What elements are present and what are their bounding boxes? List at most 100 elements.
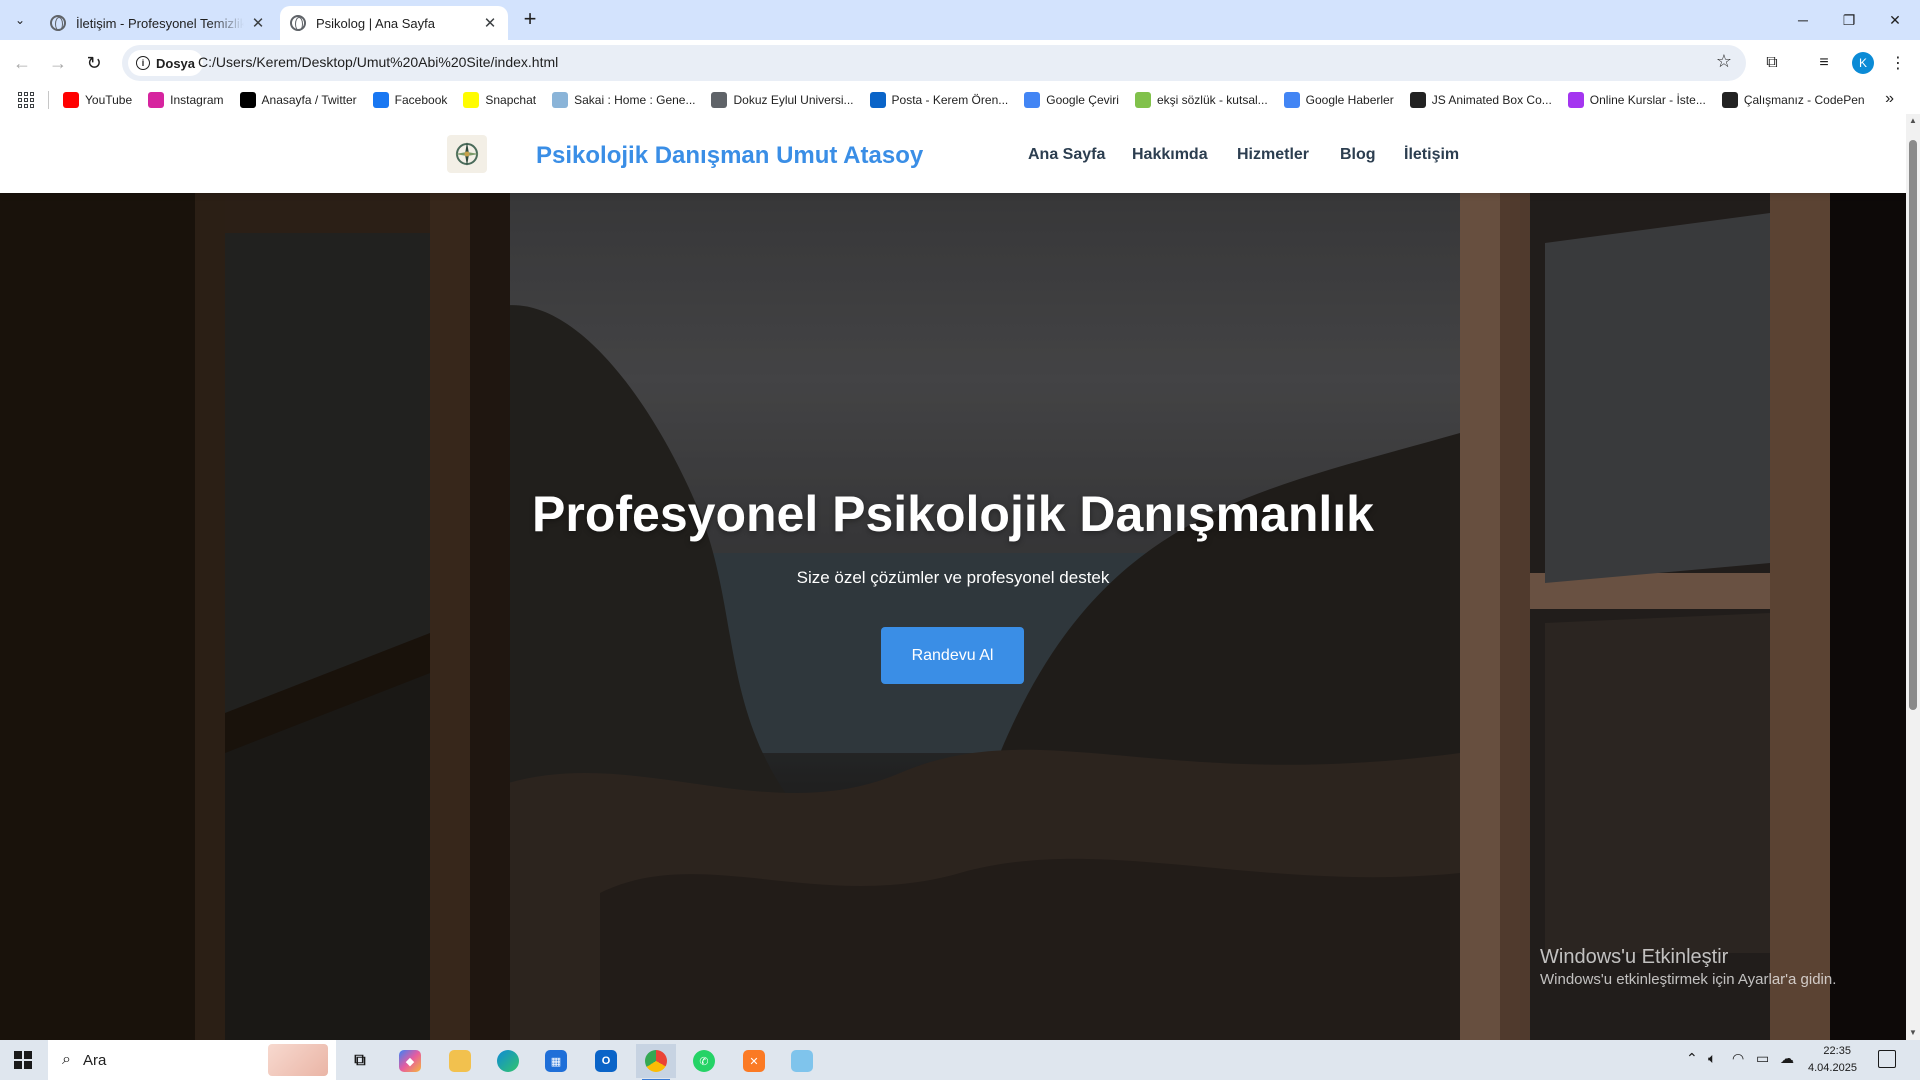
bookmark-item[interactable]: Google Çeviri xyxy=(1024,92,1119,108)
tab-search-button[interactable]: ⌄ xyxy=(8,8,32,32)
battery-icon[interactable]: ▭ xyxy=(1756,1050,1769,1067)
xampp-icon[interactable]: ✕ xyxy=(734,1044,774,1078)
windows-activation-watermark: Windows'u Etkinleştir Windows'u etkinleş… xyxy=(1540,946,1836,988)
tray-chevron-up-icon[interactable]: ⌃ xyxy=(1686,1050,1698,1067)
page-scrollbar[interactable]: ▲ ▼ xyxy=(1906,114,1920,1040)
facebook-icon xyxy=(372,92,389,108)
outlook-icon[interactable]: O xyxy=(586,1044,626,1078)
site-logo[interactable] xyxy=(447,135,487,173)
bookmark-label: Dokuz Eylul Universi... xyxy=(733,93,854,107)
close-icon[interactable]: ✕ xyxy=(482,15,498,32)
back-button[interactable]: ← xyxy=(8,49,36,77)
taskbar: ⌕ Ara ⧉ ◆ ▦ O ✆ ✕ ⌃ 🔈︎ ◠ ▭ ☁︎ 22:35 4.04… xyxy=(0,1040,1920,1080)
tab-psikolog[interactable]: Psikolog | Ana Sayfa ✕ xyxy=(280,6,508,40)
file-explorer-icon[interactable] xyxy=(440,1044,480,1078)
codepen-icon xyxy=(1721,92,1738,108)
notepad-icon[interactable] xyxy=(782,1044,822,1078)
new-tab-button[interactable]: + xyxy=(518,8,542,32)
search-icon: ⌕ xyxy=(62,1051,71,1068)
scroll-down-arrow[interactable]: ▼ xyxy=(1906,1026,1920,1040)
bookmark-label: Online Kurslar - İste... xyxy=(1589,93,1706,107)
address-bar[interactable]: i Dosya C:/Users/Kerem/Desktop/Umut%20Ab… xyxy=(122,45,1746,81)
watermark-text: Windows'u etkinleştirmek için Ayarlar'a … xyxy=(1540,971,1837,988)
nav-link-hizmetler[interactable]: Hizmetler xyxy=(1237,146,1309,164)
browser-toolbar: ← → ↻ i Dosya C:/Users/Kerem/Desktop/Umu… xyxy=(0,40,1920,86)
taskbar-search-placeholder: Ara xyxy=(82,1051,107,1069)
chrome-icon[interactable] xyxy=(636,1044,676,1080)
bookmark-label: JS Animated Box Co... xyxy=(1431,93,1552,107)
bookmark-item[interactable]: Anasayfa / Twitter xyxy=(239,92,357,108)
bookmark-item[interactable]: YouTube xyxy=(63,92,132,108)
globe-icon xyxy=(711,92,728,108)
bookmark-item[interactable]: Facebook xyxy=(372,92,447,108)
bookmark-item[interactable]: Sakai : Home : Gene... xyxy=(552,92,695,108)
bookmark-item[interactable]: Online Kurslar - İste... xyxy=(1567,92,1706,108)
close-icon[interactable]: ✕ xyxy=(250,15,266,32)
bookmark-label: Snapchat xyxy=(485,93,537,107)
bookmark-label: Google Haberler xyxy=(1305,93,1394,107)
compass-logo-icon xyxy=(455,142,479,166)
bookmarks-divider xyxy=(48,91,49,109)
bookmark-item[interactable]: JS Animated Box Co... xyxy=(1409,92,1552,108)
minimize-button[interactable]: ─ xyxy=(1780,0,1826,40)
hero-subtitle: Size özel çözümler ve profesyonel destek xyxy=(796,568,1110,587)
volume-icon[interactable]: 🔈︎ xyxy=(1708,1050,1716,1067)
taskbar-search[interactable]: ⌕ Ara xyxy=(48,1040,336,1080)
bookmark-item[interactable]: Dokuz Eylul Universi... xyxy=(711,92,854,108)
bookmark-item[interactable]: Google Haberler xyxy=(1283,92,1394,108)
whatsapp-icon[interactable]: ✆ xyxy=(684,1044,724,1078)
hero-title: Profesyonel Psikolojik Danışmanlık xyxy=(532,486,1374,542)
notification-icon[interactable] xyxy=(1878,1050,1896,1068)
nav-link-ana-sayfa[interactable]: Ana Sayfa xyxy=(1028,146,1105,164)
news-icon xyxy=(1283,92,1300,108)
site-info-chip[interactable]: i Dosya xyxy=(128,50,204,76)
bookmark-item[interactable]: Snapchat xyxy=(463,92,536,108)
apps-grid-icon[interactable] xyxy=(18,92,34,108)
url-text[interactable]: C:/Users/Kerem/Desktop/Umut%20Abi%20Site… xyxy=(198,54,558,70)
tab-iletisim[interactable]: İletişim - Profesyonel Temizlik Hizmetle… xyxy=(40,6,276,40)
taskbar-clock[interactable]: 22:35 4.04.2025 xyxy=(1808,1043,1857,1077)
scrollbar-thumb[interactable] xyxy=(1909,140,1917,710)
bookmark-label: Anasayfa / Twitter xyxy=(261,93,357,107)
appointment-button[interactable]: Randevu Al xyxy=(881,627,1024,684)
store-icon[interactable]: ▦ xyxy=(536,1044,576,1078)
onedrive-icon[interactable]: ☁︎ xyxy=(1780,1050,1794,1067)
windows-start-icon[interactable] xyxy=(14,1051,32,1069)
reload-button[interactable]: ↻ xyxy=(80,49,108,77)
nav-link-blog[interactable]: Blog xyxy=(1340,146,1376,164)
bookmark-item[interactable]: ekşi sözlük - kutsal... xyxy=(1134,92,1268,108)
media-control-icon[interactable]: ≡ xyxy=(1812,51,1836,75)
tab-title: İletişim - Profesyonel Temizlik Hizmetle… xyxy=(76,15,244,31)
bookmark-label: ekşi sözlük - kutsal... xyxy=(1156,93,1268,107)
wifi-icon[interactable]: ◠ xyxy=(1732,1050,1744,1067)
forward-button[interactable]: → xyxy=(44,49,72,77)
menu-kebab-icon[interactable]: ⋮ xyxy=(1886,51,1910,75)
task-view-icon[interactable]: ⧉ xyxy=(340,1044,380,1078)
bookmark-star-icon[interactable]: ☆ xyxy=(1716,51,1732,72)
bookmark-label: Çalışmanız - CodePen xyxy=(1743,93,1865,107)
hero-section: Profesyonel Psikolojik Danışmanlık Size … xyxy=(0,193,1906,1040)
bookmark-label: YouTube xyxy=(85,93,133,107)
close-window-button[interactable]: ✕ xyxy=(1872,0,1918,40)
nav-link-iletisim[interactable]: İletişim xyxy=(1404,146,1459,164)
copilot-icon[interactable]: ◆ xyxy=(390,1044,430,1078)
bookmark-item[interactable]: Instagram xyxy=(148,92,224,108)
bookmark-item[interactable]: Çalışmanız - CodePen xyxy=(1721,92,1865,108)
instagram-icon xyxy=(148,92,165,108)
profile-avatar[interactable]: K xyxy=(1852,52,1874,74)
page-viewport: Psikolojik Danışman Umut Atasoy Ana Sayf… xyxy=(0,114,1920,1040)
snapchat-icon xyxy=(463,92,480,108)
bookmark-item[interactable]: Posta - Kerem Ören... xyxy=(869,92,1009,108)
watermark-title: Windows'u Etkinleştir xyxy=(1540,946,1729,968)
search-highlight-image xyxy=(268,1044,328,1076)
scroll-up-arrow[interactable]: ▲ xyxy=(1906,114,1920,128)
bookmark-label: Posta - Kerem Ören... xyxy=(891,93,1009,107)
site-brand[interactable]: Psikolojik Danışman Umut Atasoy xyxy=(536,142,923,170)
nav-link-hakkimda[interactable]: Hakkımda xyxy=(1132,146,1208,164)
restore-button[interactable]: ❐ xyxy=(1826,0,1872,40)
extensions-icon[interactable]: ⧉ xyxy=(1760,51,1784,75)
translate-icon xyxy=(1024,92,1041,108)
more-bookmarks-icon[interactable]: » xyxy=(1885,90,1894,108)
edge-icon[interactable] xyxy=(488,1044,528,1078)
clock-date: 4.04.2025 xyxy=(1808,1062,1857,1074)
